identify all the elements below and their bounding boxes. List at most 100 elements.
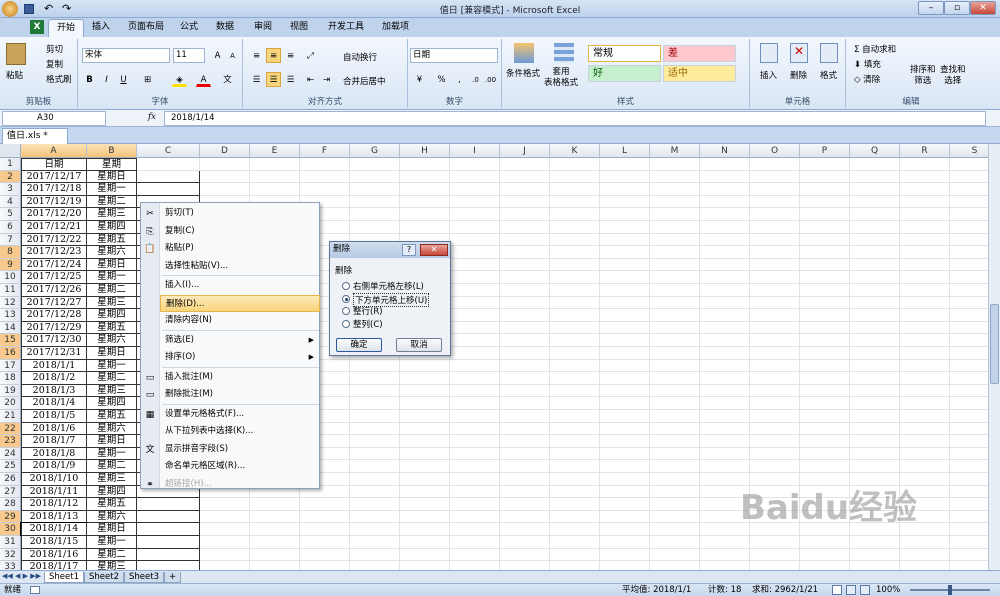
copy-button[interactable]: 复制 bbox=[46, 58, 63, 70]
row-header[interactable]: 30 bbox=[0, 523, 21, 536]
date-cell[interactable]: 2018/1/6 bbox=[21, 422, 87, 436]
phonetic-icon[interactable]: 文 bbox=[220, 72, 235, 87]
weekday-cell[interactable]: 星期四 bbox=[87, 221, 137, 234]
date-cell[interactable]: 2018/1/10 bbox=[21, 473, 87, 486]
name-box[interactable]: A30 bbox=[2, 111, 106, 126]
tab-developer[interactable]: 开发工具 bbox=[320, 19, 372, 37]
cancel-button[interactable]: 取消 bbox=[396, 338, 442, 352]
select-all-corner[interactable] bbox=[0, 144, 21, 158]
column-header[interactable]: E bbox=[250, 144, 300, 158]
formula-input[interactable]: 2018/1/14 bbox=[164, 111, 986, 126]
date-cell[interactable]: 2017/12/29 bbox=[21, 321, 87, 335]
row-header[interactable]: 9 bbox=[0, 258, 21, 272]
column-header[interactable]: A bbox=[21, 144, 87, 158]
date-cell[interactable]: 2018/1/12 bbox=[21, 498, 87, 511]
row-header[interactable]: 8 bbox=[0, 246, 21, 259]
row-header[interactable]: 7 bbox=[0, 233, 21, 247]
weekday-cell[interactable]: 星期日 bbox=[87, 170, 137, 184]
increase-indent-icon[interactable]: ⇥ bbox=[319, 72, 334, 87]
column-header[interactable]: P bbox=[800, 144, 850, 158]
date-cell[interactable]: 2017/12/30 bbox=[21, 334, 87, 347]
empty-cell[interactable] bbox=[137, 170, 200, 184]
column-header[interactable]: N bbox=[700, 144, 750, 158]
delete-option-radio[interactable] bbox=[342, 294, 350, 303]
cut-button[interactable]: 剪切 bbox=[46, 43, 63, 55]
context-menu-item[interactable]: 从下拉列表中选择(K)... bbox=[160, 423, 320, 441]
style-neutral[interactable]: 适中 bbox=[663, 65, 736, 82]
header-cell[interactable]: 日期 bbox=[21, 158, 87, 171]
date-cell[interactable]: 2018/1/16 bbox=[21, 548, 87, 562]
weekday-cell[interactable]: 星期一 bbox=[87, 447, 137, 461]
weekday-cell[interactable]: 星期六 bbox=[87, 422, 137, 436]
context-menu-item[interactable]: 排序(O) ▶ bbox=[160, 349, 320, 367]
row-header[interactable]: 18 bbox=[0, 372, 21, 385]
context-menu-item[interactable]: 设置单元格格式(F)... bbox=[160, 406, 320, 424]
column-header[interactable]: Q bbox=[850, 144, 900, 158]
comma-button[interactable]: , bbox=[452, 72, 467, 87]
weekday-cell[interactable]: 星期二 bbox=[87, 460, 137, 473]
style-good[interactable]: 好 bbox=[588, 65, 661, 82]
page-break-view-icon[interactable] bbox=[860, 585, 870, 595]
date-cell[interactable]: 2017/12/17 bbox=[21, 170, 87, 184]
format-cells-icon[interactable] bbox=[820, 43, 838, 63]
column-header[interactable]: O bbox=[750, 144, 800, 158]
column-header[interactable]: L bbox=[600, 144, 650, 158]
date-cell[interactable]: 2018/1/15 bbox=[21, 536, 87, 549]
weekday-cell[interactable]: 星期五 bbox=[87, 498, 137, 511]
fx-icon[interactable]: fx bbox=[148, 112, 156, 122]
weekday-cell[interactable]: 星期二 bbox=[87, 372, 137, 385]
table-format-button[interactable]: 套用 表格格式 bbox=[544, 67, 578, 89]
number-format-combo[interactable]: 日期 bbox=[410, 48, 498, 63]
row-header[interactable]: 6 bbox=[0, 221, 21, 234]
weekday-cell[interactable]: 星期日 bbox=[87, 347, 137, 360]
empty-cell[interactable] bbox=[137, 183, 200, 196]
delete-option-radio[interactable] bbox=[342, 282, 350, 290]
row-header[interactable]: 32 bbox=[0, 548, 21, 562]
column-header[interactable]: J bbox=[500, 144, 550, 158]
tab-insert[interactable]: 插入 bbox=[84, 19, 118, 37]
empty-cell[interactable] bbox=[137, 498, 200, 511]
weekday-cell[interactable]: 星期六 bbox=[87, 334, 137, 347]
delete-option-label[interactable]: 整行(R) bbox=[353, 305, 383, 317]
weekday-cell[interactable]: 星期一 bbox=[87, 271, 137, 284]
column-header[interactable]: F bbox=[300, 144, 350, 158]
undo-icon[interactable]: ↶ bbox=[44, 2, 53, 15]
grow-font-icon[interactable]: A bbox=[210, 48, 225, 63]
workbook-tab[interactable]: 值日.xls * bbox=[2, 128, 68, 144]
date-cell[interactable]: 2017/12/25 bbox=[21, 271, 87, 284]
fill-button[interactable]: ⬇ 填充 bbox=[854, 58, 881, 70]
font-color-icon[interactable]: A bbox=[196, 72, 211, 87]
context-menu-item[interactable]: 清除内容(N) bbox=[160, 312, 320, 330]
paste-icon[interactable] bbox=[6, 43, 26, 65]
shrink-font-icon[interactable]: A bbox=[225, 48, 240, 63]
row-header[interactable]: 16 bbox=[0, 347, 21, 360]
align-left-icon[interactable]: ☰ bbox=[249, 72, 264, 87]
date-cell[interactable]: 2018/1/4 bbox=[21, 397, 87, 410]
row-header[interactable]: 26 bbox=[0, 473, 21, 486]
date-cell[interactable]: 2017/12/24 bbox=[21, 258, 87, 272]
paste-button[interactable]: 粘贴 bbox=[6, 69, 23, 81]
conditional-format-button[interactable]: 条件格式 bbox=[506, 67, 540, 79]
date-cell[interactable]: 2017/12/23 bbox=[21, 246, 87, 259]
empty-cell[interactable] bbox=[137, 536, 200, 549]
row-header[interactable]: 19 bbox=[0, 384, 21, 398]
fill-color-icon[interactable]: ◈ bbox=[172, 72, 187, 87]
insert-cells-icon[interactable] bbox=[760, 43, 778, 63]
decrease-indent-icon[interactable]: ⇤ bbox=[303, 72, 318, 87]
empty-cell[interactable] bbox=[137, 548, 200, 562]
context-menu-item[interactable]: 筛选(E) ▶ bbox=[160, 332, 320, 350]
column-header[interactable]: I bbox=[450, 144, 500, 158]
tab-review[interactable]: 审阅 bbox=[246, 19, 280, 37]
row-header[interactable]: 17 bbox=[0, 359, 21, 373]
column-header[interactable]: B bbox=[87, 144, 137, 158]
tab-page-layout[interactable]: 页面布局 bbox=[120, 19, 172, 37]
column-header[interactable]: K bbox=[550, 144, 600, 158]
border-icon[interactable]: ⊞ bbox=[140, 72, 155, 87]
weekday-cell[interactable]: 星期五 bbox=[87, 233, 137, 247]
row-header[interactable]: 3 bbox=[0, 183, 21, 196]
percent-button[interactable]: % bbox=[434, 72, 449, 87]
delete-option-label[interactable]: 右侧单元格左移(L) bbox=[353, 280, 424, 292]
save-icon[interactable] bbox=[24, 4, 34, 14]
delete-cells-icon[interactable]: ✕ bbox=[790, 43, 808, 63]
row-header[interactable]: 2 bbox=[0, 170, 21, 184]
